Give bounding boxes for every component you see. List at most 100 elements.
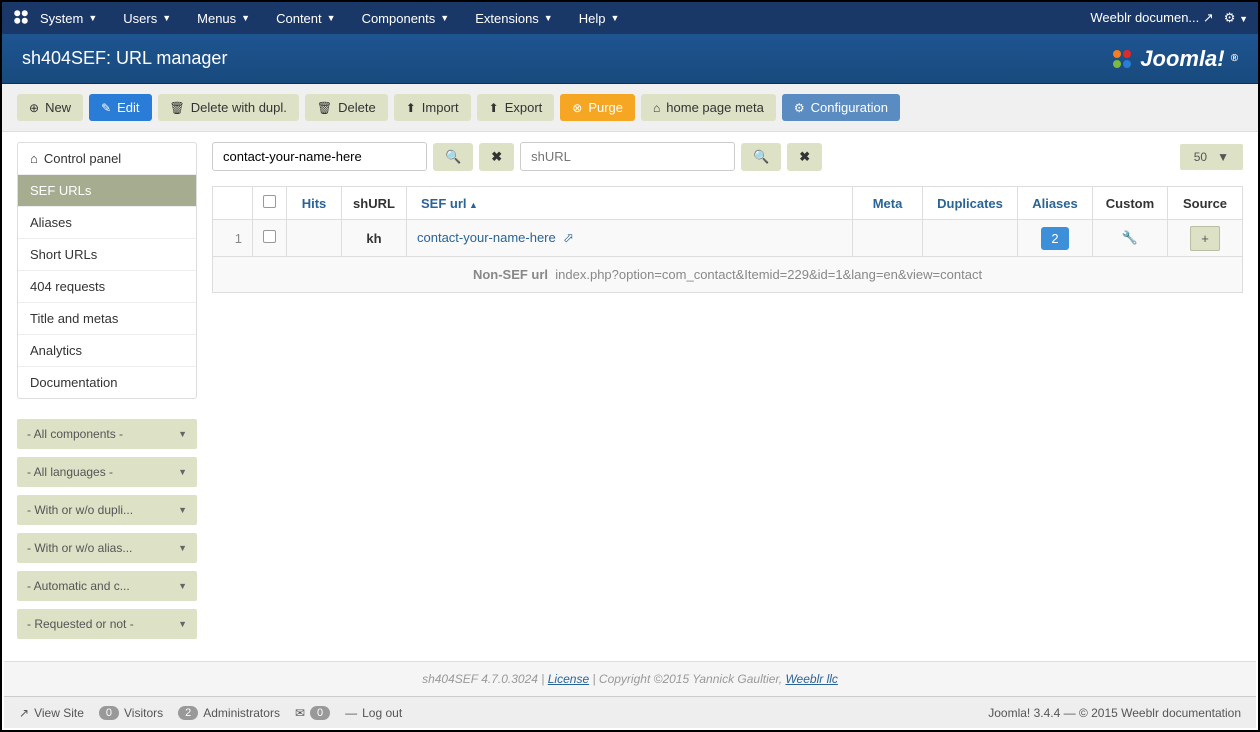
trash-icon: 🗑 [317, 101, 332, 115]
aliases-count-badge[interactable]: 2 [1041, 227, 1068, 250]
edit-button[interactable]: ✎Edit [89, 94, 151, 121]
status-bar: ↗View Site 0Visitors 2Administrators ✉0 … [4, 696, 1256, 728]
th-sefurl[interactable]: SEF url [407, 187, 853, 220]
sidebar-item-analytics[interactable]: Analytics [18, 335, 196, 367]
filter-requested[interactable]: - Requested or not -▼ [17, 609, 197, 639]
new-button[interactable]: ⊕New [17, 94, 83, 121]
row-sefurl: contact-your-name-here ⬀ [407, 220, 853, 257]
th-num [213, 187, 253, 220]
close-icon: ✖ [799, 149, 810, 164]
license-link[interactable]: License [548, 672, 589, 686]
import-button[interactable]: ⬆Import [394, 94, 471, 121]
mail-icon: ✉ [295, 706, 305, 720]
sidebar-item-title-metas[interactable]: Title and metas [18, 303, 196, 335]
search-icon: 🔍 [445, 149, 461, 164]
company-link[interactable]: Weeblr llc [785, 672, 837, 686]
row-checkbox[interactable] [263, 230, 276, 243]
source-add-button[interactable]: + [1190, 226, 1220, 251]
sef-url-search-input[interactable] [212, 142, 427, 171]
sidebar-item-short-urls[interactable]: Short URLs [18, 239, 196, 271]
row-aliases: 2 [1018, 220, 1093, 257]
th-source: Source [1168, 187, 1243, 220]
caret-down-icon: ▼ [241, 13, 250, 23]
caret-down-icon: ▼ [610, 13, 619, 23]
export-button[interactable]: ⬆Export [477, 94, 555, 121]
checkall-checkbox[interactable] [263, 195, 276, 208]
visitors-status[interactable]: 0Visitors [99, 706, 163, 720]
caret-down-icon: ▼ [178, 619, 187, 629]
top-admin-nav: System▼ Users▼ Menus▼ Content▼ Component… [2, 2, 1258, 34]
search-bar: 🔍 ✖ 🔍 ✖ 50▼ [212, 142, 1243, 171]
page-header: sh404SEF: URL manager Joomla!® [2, 34, 1258, 84]
topnav-right: Weeblr documen... ↗ ⚙ ▼ [1090, 10, 1248, 26]
th-meta[interactable]: Meta [853, 187, 923, 220]
th-hits[interactable]: Hits [287, 187, 342, 220]
delete-with-dupl-button[interactable]: 🗑Delete with dupl. [158, 94, 299, 121]
table-row: 1 kh contact-your-name-here ⬀ 2 🔧 + [213, 220, 1243, 257]
topnav-system[interactable]: System▼ [30, 6, 107, 31]
clear-search-button-2[interactable]: ✖ [787, 143, 822, 171]
row-hits [287, 220, 342, 257]
th-duplicates[interactable]: Duplicates [923, 187, 1018, 220]
topnav-help[interactable]: Help▼ [569, 6, 630, 31]
filter-duplicates[interactable]: - With or w/o dupli...▼ [17, 495, 197, 525]
th-checkall[interactable] [253, 187, 287, 220]
sefurl-link[interactable]: contact-your-name-here [417, 230, 556, 245]
filter-components[interactable]: - All components -▼ [17, 419, 197, 449]
topnav-content[interactable]: Content▼ [266, 6, 345, 31]
search-button-2[interactable]: 🔍 [741, 143, 781, 171]
visitors-count-badge: 0 [99, 706, 119, 720]
th-aliases[interactable]: Aliases [1018, 187, 1093, 220]
caret-down-icon: ▼ [440, 13, 449, 23]
cancel-circle-icon: ⊗ [572, 101, 582, 115]
delete-button[interactable]: 🗑Delete [305, 94, 388, 121]
configuration-button[interactable]: ⚙Configuration [782, 94, 900, 121]
sidebar-item-documentation[interactable]: Documentation [18, 367, 196, 398]
homepage-meta-button[interactable]: ⌂home page meta [641, 94, 776, 121]
shurl-search-input[interactable] [520, 142, 735, 171]
purge-button[interactable]: ⊗Purge [560, 94, 635, 121]
wrench-icon[interactable]: 🔧 [1122, 230, 1138, 245]
caret-down-icon: ▼ [162, 13, 171, 23]
site-name-link[interactable]: Weeblr documen... ↗ [1090, 10, 1213, 26]
topnav-users[interactable]: Users▼ [113, 6, 181, 31]
clear-search-button-1[interactable]: ✖ [479, 143, 514, 171]
caret-down-icon: ▼ [178, 505, 187, 515]
home-icon: ⌂ [653, 101, 660, 115]
filter-languages[interactable]: - All languages -▼ [17, 457, 197, 487]
gear-icon[interactable]: ⚙ ▼ [1224, 10, 1248, 26]
th-custom: Custom [1093, 187, 1168, 220]
topnav-extensions[interactable]: Extensions▼ [465, 6, 563, 31]
copyright-text: Copyright ©2015 Yannick Gaultier, [599, 672, 782, 686]
row-checkbox-cell[interactable] [253, 220, 287, 257]
topnav-menus[interactable]: Menus▼ [187, 6, 260, 31]
messages-status[interactable]: ✉0 [295, 706, 330, 720]
search-icon: 🔍 [753, 149, 769, 164]
limit-dropdown[interactable]: 50▼ [1180, 144, 1243, 170]
filter-aliases[interactable]: - With or w/o alias...▼ [17, 533, 197, 563]
status-right-text: Joomla! 3.4.4 — © 2015 Weeblr documentat… [988, 706, 1241, 720]
upload-icon: ⬆ [406, 101, 416, 115]
filter-automatic[interactable]: - Automatic and c...▼ [17, 571, 197, 601]
logout-link[interactable]: —Log out [345, 706, 402, 720]
caret-down-icon: ▼ [178, 467, 187, 477]
product-version: sh404SEF 4.7.0.3024 [422, 672, 538, 686]
admins-status[interactable]: 2Administrators [178, 706, 280, 720]
topnav-components[interactable]: Components▼ [352, 6, 460, 31]
gear-icon: ⚙ [794, 101, 805, 115]
sidebar: ⌂Control panel SEF URLs Aliases Short UR… [17, 142, 197, 692]
toolbar: ⊕New ✎Edit 🗑Delete with dupl. 🗑Delete ⬆I… [2, 84, 1258, 132]
sidebar-item-404-requests[interactable]: 404 requests [18, 271, 196, 303]
version-bar: sh404SEF 4.7.0.3024 | License | Copyrigh… [4, 661, 1256, 696]
sidebar-item-sef-urls[interactable]: SEF URLs [18, 175, 196, 207]
caret-down-icon: ▼ [327, 13, 336, 23]
topnav-menu: System▼ Users▼ Menus▼ Content▼ Component… [30, 6, 629, 31]
sidebar-item-aliases[interactable]: Aliases [18, 207, 196, 239]
th-shurl: shURL [342, 187, 407, 220]
url-table: Hits shURL SEF url Meta Duplicates Alias… [212, 186, 1243, 293]
sidebar-item-control-panel[interactable]: ⌂Control panel [18, 143, 196, 175]
nonsef-value: index.php?option=com_contact&Itemid=229&… [555, 267, 982, 282]
external-link-icon[interactable]: ⬀ [563, 230, 574, 245]
view-site-link[interactable]: ↗View Site [19, 706, 84, 720]
search-button-1[interactable]: 🔍 [433, 143, 473, 171]
